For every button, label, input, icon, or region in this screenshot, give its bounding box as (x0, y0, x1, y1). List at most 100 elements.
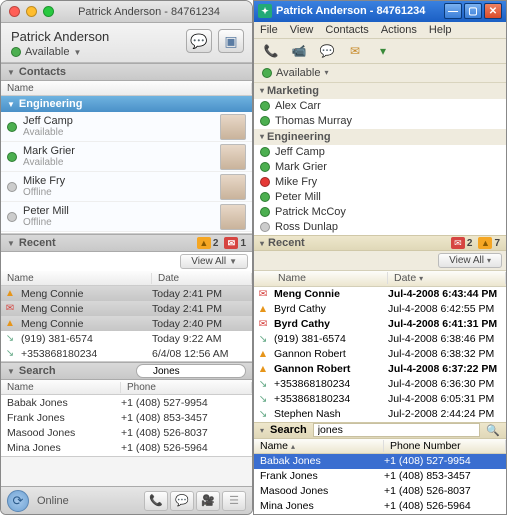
recent-section-header[interactable]: ▾ Recent 2 7 (254, 235, 506, 251)
recent-row[interactable]: ✉ Byrd Cathy Jul-4-2008 6:41:31 PM (254, 317, 506, 332)
list-button[interactable]: ☰ (222, 491, 246, 511)
recent-row[interactable]: ✉ Meng Connie Today 2:41 PM (1, 301, 252, 316)
recent-row[interactable]: ↘ +353868180234 Jul-4-2008 6:05:31 PM (254, 392, 506, 407)
menu-help[interactable]: Help (429, 24, 452, 36)
menu-bar[interactable]: File View Contacts Actions Help (254, 22, 506, 39)
window-title: Patrick Anderson - 84761234 (276, 5, 440, 17)
search-row[interactable]: Babak Jones +1 (408) 527-9954 (254, 454, 506, 469)
availability-menu[interactable]: Available ▾ (254, 64, 506, 83)
search-row[interactable]: Mina Jones +1 (408) 526-5964 (1, 440, 252, 455)
contact-row[interactable]: Mike FryOffline (1, 172, 252, 202)
col-name[interactable]: Name (1, 382, 121, 393)
contact-group-header[interactable]: ▼Engineering (1, 96, 252, 112)
contact-row[interactable]: Mark GrierAvailable (1, 142, 252, 172)
search-row[interactable]: Masood Jones +1 (408) 526-8037 (254, 484, 506, 499)
menu-actions[interactable]: Actions (381, 24, 417, 36)
recent-row[interactable]: ↘ Stephen Nash Jul-2-2008 2:44:24 PM (254, 407, 506, 422)
zoom-icon[interactable] (43, 6, 54, 17)
close-icon[interactable] (9, 6, 20, 17)
close-button[interactable]: ✕ (484, 3, 502, 19)
contact-row[interactable]: Alex Carr (254, 99, 506, 114)
chat-button[interactable]: 💬 (186, 29, 212, 53)
expand-button[interactable]: ▣ (218, 29, 244, 53)
contact-name: Jeff Camp (23, 115, 214, 127)
mail-button[interactable]: ✉ (344, 41, 366, 61)
recent-row[interactable]: ▲ Gannon Robert Jul-4-2008 6:37:22 PM (254, 362, 506, 377)
contact-row[interactable]: Peter Mill (254, 190, 506, 205)
recent-date: Jul-4-2008 6:41:31 PM (388, 318, 506, 330)
recent-row[interactable]: ↘ +353868180234 Jul-4-2008 6:36:30 PM (254, 377, 506, 392)
col-phone[interactable]: Phone Number (384, 440, 506, 452)
menu-file[interactable]: File (260, 24, 278, 36)
presence-icon (7, 182, 17, 192)
mac-titlebar[interactable]: Patrick Anderson - 84761234 (1, 1, 252, 23)
search-section-header[interactable]: ▼ Search (1, 362, 252, 380)
mail-badge[interactable]: 2 (451, 237, 473, 249)
col-date[interactable]: Date (152, 273, 252, 284)
video-button[interactable]: 🎥 (196, 491, 220, 511)
col-date[interactable]: Date (394, 272, 416, 284)
video-button[interactable]: 📹 (288, 41, 310, 61)
search-column-header[interactable]: Name Phone (1, 380, 252, 395)
menu-contacts[interactable]: Contacts (325, 24, 368, 36)
recent-section-header[interactable]: ▼ Recent 2 1 (1, 234, 252, 252)
recent-row[interactable]: ▲ Byrd Cathy Jul-4-2008 6:42:55 PM (254, 302, 506, 317)
call-button[interactable]: 📞 (260, 41, 282, 61)
search-row[interactable]: Babak Jones +1 (408) 527-9954 (1, 395, 252, 410)
contact-group-header[interactable]: ▾Engineering (254, 129, 506, 145)
recent-row[interactable]: ▲ Meng Connie Today 2:40 PM (1, 316, 252, 331)
search-row[interactable]: Frank Jones +1 (408) 853-3457 (1, 410, 252, 425)
mail-badge[interactable]: 1 (224, 237, 246, 249)
col-name[interactable]: Name (1, 83, 252, 94)
search-row[interactable]: Mina Jones +1 (408) 526-5964 (254, 499, 506, 514)
warning-badge[interactable]: 7 (478, 237, 500, 249)
sync-icon[interactable]: ⟳ (7, 490, 29, 512)
avatar (220, 144, 246, 170)
chat-button[interactable]: 💬 (316, 41, 338, 61)
recent-row[interactable]: ✉ Meng Connie Jul-4-2008 6:43:44 PM (254, 287, 506, 302)
search-input[interactable] (313, 423, 481, 437)
search-section-header[interactable]: ▾ Search 🔍 (254, 422, 506, 439)
search-icon[interactable]: 🔍 (486, 424, 500, 437)
im-button[interactable]: 💬 (170, 491, 194, 511)
minimize-icon[interactable] (26, 6, 37, 17)
contact-row[interactable]: Mark Grier (254, 160, 506, 175)
contact-row[interactable]: Ross Dunlap (254, 220, 506, 235)
toolbar: 📞 📹 💬 ✉ ▾ (254, 39, 506, 64)
menu-view[interactable]: View (290, 24, 314, 36)
recent-row[interactable]: ↘ (919) 381-6574 Jul-4-2008 6:38:46 PM (254, 332, 506, 347)
contacts-column-header[interactable]: Name (1, 81, 252, 96)
contact-row[interactable]: Mike Fry (254, 175, 506, 190)
more-button[interactable]: ▾ (372, 41, 394, 61)
view-all-button[interactable]: View All▾ (438, 253, 502, 268)
maximize-button[interactable]: ▢ (464, 3, 482, 19)
contacts-section-header[interactable]: ▼ Contacts (1, 63, 252, 81)
contact-row[interactable]: Jeff CampAvailable (1, 112, 252, 142)
recent-date: Jul-4-2008 6:37:22 PM (388, 363, 506, 375)
recent-row[interactable]: ↘ (919) 381-6574 Today 9:22 AM (1, 331, 252, 346)
col-name[interactable]: Name (272, 272, 388, 284)
col-name[interactable]: Name (1, 273, 152, 284)
col-name[interactable]: Name (260, 440, 288, 452)
contact-row[interactable]: Jeff Camp (254, 145, 506, 160)
minimize-button[interactable]: — (444, 3, 462, 19)
view-all-button[interactable]: View All▼ (180, 254, 248, 269)
contact-row[interactable]: Thomas Murray (254, 114, 506, 129)
recent-row[interactable]: ▲ Gannon Robert Jul-4-2008 6:38:32 PM (254, 347, 506, 362)
call-button[interactable]: 📞 (144, 491, 168, 511)
search-input[interactable] (136, 364, 246, 378)
warning-badge[interactable]: 2 (197, 237, 219, 249)
recent-column-header[interactable]: Name Date ▾ (254, 271, 506, 286)
recent-row[interactable]: ↘ +353868180234 6/4/08 12:56 AM (1, 346, 252, 361)
contact-row[interactable]: Patrick McCoy (254, 205, 506, 220)
contact-row[interactable]: Peter MillOffline (1, 202, 252, 232)
contact-group-header[interactable]: ▾Marketing (254, 83, 506, 99)
result-phone: +1 (408) 526-5964 (121, 442, 208, 454)
recent-column-header[interactable]: Name Date (1, 271, 252, 286)
col-phone[interactable]: Phone (121, 382, 252, 393)
xp-titlebar[interactable]: ✦ Patrick Anderson - 84761234 — ▢ ✕ (254, 1, 506, 22)
search-column-header[interactable]: Name ▴ Phone Number (254, 439, 506, 454)
search-row[interactable]: Masood Jones +1 (408) 526-8037 (1, 425, 252, 440)
recent-row[interactable]: ▲ Meng Connie Today 2:41 PM (1, 286, 252, 301)
search-row[interactable]: Frank Jones +1 (408) 853-3457 (254, 469, 506, 484)
